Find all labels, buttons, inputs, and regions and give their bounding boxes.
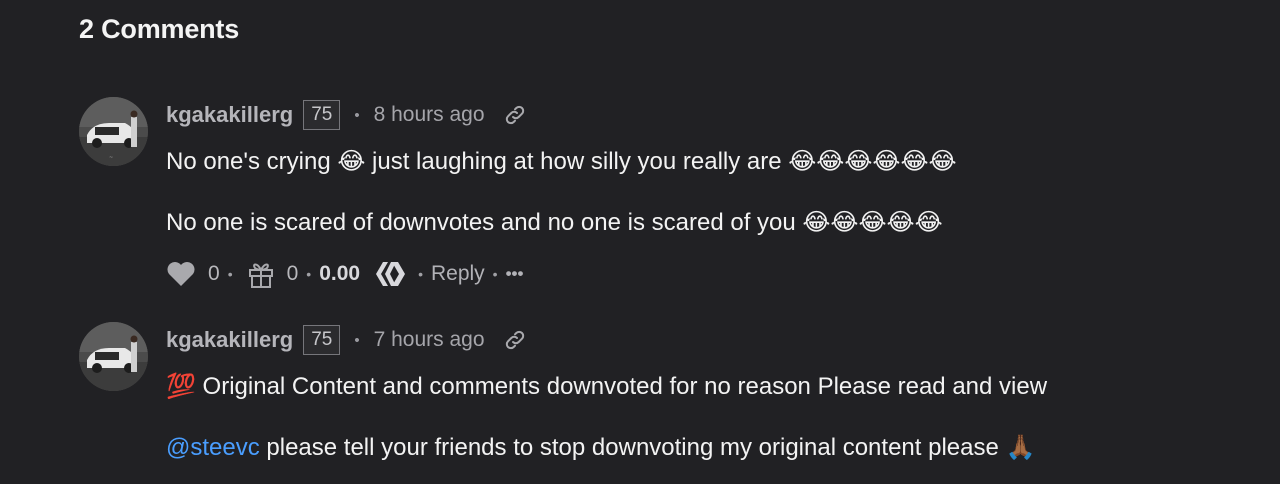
gift-count[interactable]: 0	[287, 262, 299, 286]
separator-dot: •	[354, 106, 360, 124]
gift-icon[interactable]	[247, 259, 275, 289]
comment-meta: kgakakillerg 75 • 8 hours ago	[166, 99, 527, 131]
text-segment: No one is scared of downvotes and no one…	[166, 209, 803, 236]
author-name[interactable]: kgakakillerg	[166, 102, 293, 128]
reputation-badge: 75	[303, 325, 341, 355]
comment-meta: kgakakillerg 75 • 7 hours ago	[166, 324, 527, 356]
text-segment: please tell your friends to stop downvot…	[259, 434, 1006, 461]
comment-item: ~ kgakakillerg 75 • 8 hours ago No one's…	[79, 97, 1229, 297]
laughing-emoji-row: 😂😂😂😂😂😂	[788, 147, 957, 175]
comment-body-line: No one is scared of downvotes and no one…	[166, 208, 943, 237]
separator-dot: •	[418, 266, 423, 282]
heart-icon[interactable]	[166, 260, 196, 288]
link-icon[interactable]	[503, 328, 527, 352]
user-mention-link[interactable]: @steevc	[166, 434, 260, 461]
vote-count[interactable]: 0	[208, 262, 220, 286]
comment-body-line: No one's crying 😂 just laughing at how s…	[166, 147, 957, 176]
comment-body-line: 💯 Original Content and comments downvote…	[166, 372, 1047, 401]
timestamp[interactable]: 8 hours ago	[374, 103, 485, 127]
comment-item: kgakakillerg 75 • 7 hours ago 💯 Original…	[79, 322, 1229, 484]
text-segment: No one's crying	[166, 148, 338, 175]
hundred-emoji: 💯	[166, 372, 196, 400]
avatar[interactable]	[79, 322, 148, 391]
laughing-emoji-row: 😂😂😂😂😂	[802, 208, 943, 236]
more-icon[interactable]: •••	[506, 264, 524, 284]
separator-dot: •	[354, 331, 360, 349]
hive-icon	[376, 261, 406, 287]
payout-amount[interactable]: 0.00	[319, 262, 360, 286]
text-segment: just laughing at how silly you really ar…	[365, 148, 789, 175]
author-name[interactable]: kgakakillerg	[166, 327, 293, 353]
svg-text:~: ~	[109, 155, 113, 161]
pray-emoji: 🙏🏾	[1005, 433, 1036, 461]
comment-body-line: @steevc please tell your friends to stop…	[166, 433, 1035, 462]
timestamp[interactable]: 7 hours ago	[374, 328, 485, 352]
comments-heading: 2 Comments	[79, 14, 240, 44]
link-icon[interactable]	[503, 103, 527, 127]
separator-dot: •	[227, 266, 233, 282]
separator-dot: •	[306, 266, 312, 282]
reputation-badge: 75	[303, 100, 341, 130]
laughing-emoji: 😂	[337, 147, 366, 175]
avatar[interactable]: ~	[79, 97, 148, 166]
comment-actions: 0 • 0 • 0.00 • Reply • •••	[166, 257, 523, 291]
text-segment: Original Content and comments downvoted …	[195, 373, 1048, 400]
separator-dot: •	[492, 266, 498, 282]
reply-button[interactable]: Reply	[431, 262, 485, 286]
